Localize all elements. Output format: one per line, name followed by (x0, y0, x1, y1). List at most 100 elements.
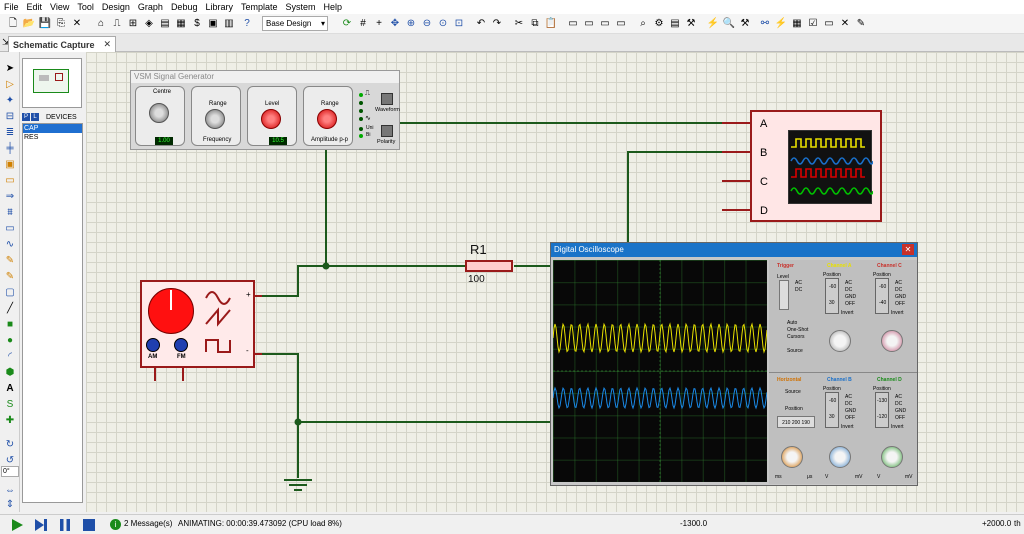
path-icon[interactable]: ⬢ (3, 366, 17, 379)
design-explorer-icon[interactable]: ▦ (174, 17, 188, 31)
step-icon[interactable] (34, 518, 48, 532)
channel-a-volts-knob[interactable] (829, 330, 851, 352)
stop-icon[interactable] (82, 518, 96, 532)
menu-item-view[interactable]: View (50, 2, 69, 12)
virtual-instruments-icon[interactable]: ▢ (3, 286, 17, 299)
refresh-icon[interactable]: ⟳ (340, 17, 354, 31)
undo-icon[interactable]: ↶ (474, 17, 488, 31)
design-select[interactable]: Base Design ▾ (262, 16, 328, 31)
channel-d-dc[interactable]: DC (895, 401, 902, 407)
resistor-ref[interactable]: R1 (470, 242, 487, 257)
waveform-button[interactable] (381, 93, 393, 105)
text-icon[interactable]: A (3, 382, 17, 395)
channel-c-gnd[interactable]: GND (895, 294, 906, 300)
pick-device-icon[interactable]: ⌕ (636, 17, 650, 31)
library-manager-button[interactable]: L (31, 113, 39, 121)
timebase-knob[interactable] (781, 446, 803, 468)
channel-b-dc[interactable]: DC (845, 401, 852, 407)
pan-icon[interactable]: ✥ (388, 17, 402, 31)
redo-icon[interactable]: ↷ (490, 17, 504, 31)
channel-d-volts-knob[interactable] (881, 446, 903, 468)
channel-d-ac[interactable]: AC (895, 394, 902, 400)
channel-b-ac[interactable]: AC (845, 394, 852, 400)
resistor-value[interactable]: 100 (468, 274, 485, 285)
origin-icon[interactable]: + (372, 17, 386, 31)
channel-a-dc[interactable]: DC (845, 287, 852, 293)
delete-sheet-icon[interactable]: ✕ (838, 17, 852, 31)
channel-c-volts-knob[interactable] (881, 330, 903, 352)
pcb-icon[interactable]: ⊞ (126, 17, 140, 31)
menu-item-edit[interactable]: Edit (27, 2, 43, 12)
channel-a-invert[interactable]: Invert (841, 310, 854, 316)
channel-c-ac[interactable]: AC (895, 280, 902, 286)
channel-b-volts-knob[interactable] (829, 446, 851, 468)
pcb-view-icon[interactable]: ▥ (222, 17, 236, 31)
block-delete-icon[interactable]: ▭ (614, 17, 628, 31)
pause-icon[interactable] (58, 518, 72, 532)
horizontal-position-slider[interactable]: 210 200 190 (777, 416, 815, 428)
channel-c-invert[interactable]: Invert (891, 310, 904, 316)
play-icon[interactable] (10, 518, 24, 532)
menu-item-file[interactable]: File (4, 2, 19, 12)
trigger-dc[interactable]: DC (795, 287, 802, 293)
junction-dot-icon[interactable]: ✦ (3, 94, 17, 107)
channel-b-invert[interactable]: Invert (841, 424, 854, 430)
selection-mode-icon[interactable]: ➤ (3, 62, 17, 75)
mirror-x-icon[interactable]: ⇔ (3, 484, 17, 497)
message-count[interactable]: 2 Message(s) (124, 519, 172, 528)
help-icon[interactable]: ? (240, 17, 254, 31)
symbol-icon[interactable]: S (3, 398, 17, 411)
mirror-y-icon[interactable]: ⇕ (3, 498, 17, 511)
voltage-probe-icon[interactable]: ✎ (3, 254, 17, 267)
device-pins-icon[interactable]: ⇒ (3, 190, 17, 203)
erc-icon[interactable]: ☑ (806, 17, 820, 31)
netlist-icon[interactable]: ⚡ (774, 17, 788, 31)
zoom-in-icon[interactable]: ⊕ (404, 17, 418, 31)
channel-c-dc[interactable]: DC (895, 287, 902, 293)
search-tag-icon[interactable]: 🔍 (722, 17, 736, 31)
channel-d-invert[interactable]: Invert (891, 424, 904, 430)
paste-icon[interactable]: 📋 (544, 17, 558, 31)
copy-icon[interactable]: ⧉ (528, 17, 542, 31)
amplitude-range-knob[interactable] (317, 109, 337, 129)
channel-a-gnd[interactable]: GND (845, 294, 856, 300)
buses-icon[interactable]: ╪ (3, 142, 17, 155)
trigger-level-slider[interactable] (779, 280, 789, 310)
arc-icon[interactable]: ◜ (3, 350, 17, 363)
channel-b-off[interactable]: OFF (845, 415, 855, 421)
box-icon[interactable]: ■ (3, 318, 17, 331)
property-tool-icon[interactable]: ⚒ (738, 17, 752, 31)
tab-schematic-capture[interactable]: Schematic Capture ✕ (8, 36, 116, 52)
new-sheet-icon[interactable]: ▭ (822, 17, 836, 31)
channel-b-gnd[interactable]: GND (845, 408, 856, 414)
new-icon[interactable]: 🗋 (6, 17, 20, 31)
open-icon[interactable]: 📂 (22, 17, 36, 31)
channel-c-off[interactable]: OFF (895, 301, 905, 307)
menu-item-library[interactable]: Library (205, 2, 233, 12)
trigger-one-shot[interactable]: One-Shot (787, 327, 808, 333)
pick-devices-button[interactable]: P (22, 113, 30, 121)
info-icon[interactable]: i (110, 519, 121, 530)
list-item[interactable]: RES (23, 133, 82, 142)
block-copy-icon[interactable]: ▭ (566, 17, 580, 31)
block-move-icon[interactable]: ▭ (582, 17, 596, 31)
level-knob[interactable] (261, 109, 281, 129)
marker-icon[interactable]: ✚ (3, 414, 17, 427)
block-rotate-icon[interactable]: ▭ (598, 17, 612, 31)
menu-item-graph[interactable]: Graph (138, 2, 163, 12)
trigger-cursors[interactable]: Cursors (787, 334, 805, 340)
channel-a-ac[interactable]: AC (845, 280, 852, 286)
menu-item-design[interactable]: Design (102, 2, 130, 12)
circle-icon[interactable]: ● (3, 334, 17, 347)
menu-item-tool[interactable]: Tool (77, 2, 94, 12)
oscilloscope-component[interactable]: A B C D (750, 110, 882, 222)
make-device-icon[interactable]: ⚙ (652, 17, 666, 31)
centre-knob[interactable] (149, 103, 169, 123)
overview-preview[interactable] (22, 58, 82, 108)
list-item[interactable]: CAP (23, 124, 82, 133)
edit-sheet-icon[interactable]: ✎ (854, 17, 868, 31)
am-knob[interactable] (146, 338, 160, 352)
wire-autorouter-icon[interactable]: ⚡ (706, 17, 720, 31)
polarity-button[interactable] (381, 125, 393, 137)
fm-knob[interactable] (174, 338, 188, 352)
